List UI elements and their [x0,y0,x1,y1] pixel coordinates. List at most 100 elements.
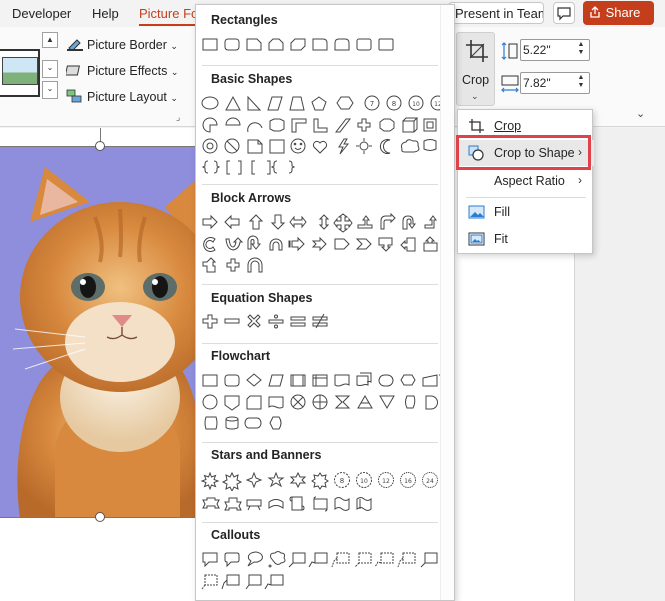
shape-flowchart-collate[interactable] [334,395,351,409]
shape-donut[interactable] [202,138,218,154]
shape-round-same-side-rectangle[interactable] [334,38,350,51]
shape-horizontal-scroll[interactable] [313,496,328,512]
shape-flowchart-terminator[interactable] [378,374,394,387]
shape-flowchart-process[interactable] [202,374,218,387]
shape-explosion-1[interactable] [200,471,220,491]
present-in-teams-button[interactable]: Present in Teams [448,2,544,24]
shape-flowchart-magnetic-disk[interactable] [225,416,239,422]
shape-lightning-bolt[interactable] [338,138,350,155]
shape-round-diagonal-rectangle[interactable] [356,38,372,51]
shape-up-arrow[interactable] [248,214,264,230]
shape-quad-arrow[interactable] [333,213,353,233]
shape-up-down-arrow-callout[interactable] [202,257,217,273]
shape-up-arrow-callout[interactable] [423,236,438,252]
shape-moon[interactable] [379,139,391,154]
shape-line-callout-2[interactable] [308,552,328,568]
shape-left-right-up-arrow[interactable] [357,215,373,229]
menu-item-aspect-ratio[interactable]: Aspect Ratio › [458,168,594,194]
gallery-scrollbar[interactable] [440,5,454,600]
shape-left-up-arrow[interactable] [424,215,437,229]
shape-isosceles-triangle[interactable] [225,95,241,111]
shape-half-frame[interactable] [291,118,307,133]
shape-right-arrow[interactable] [202,214,218,230]
shape-flowchart-document[interactable] [334,374,350,387]
picture-layout-button[interactable]: Picture Layout ⌄ [66,89,178,104]
shape-curved-ribbon-up[interactable] [268,499,284,509]
shape-heart[interactable] [312,140,328,154]
shape-bent-arrow[interactable] [380,213,396,230]
shape-flowchart-multidocument[interactable] [356,372,372,386]
shape-flowchart-direct-access[interactable] [244,417,262,429]
shape-line-callout-3[interactable] [331,552,350,568]
shape-snip-same-side-rectangle[interactable] [268,38,284,51]
shape-striped-right-arrow[interactable] [288,236,305,252]
crop-button[interactable]: Crop ⌄ [456,32,495,106]
shape-star-6-point[interactable] [289,471,307,489]
menu-item-fit[interactable]: Fit [458,226,594,252]
shape-double-bracket[interactable] [226,160,242,175]
shape-chevron[interactable] [355,238,372,250]
shape-ribbon-up[interactable] [224,497,242,511]
gallery-scroll-down-button[interactable]: ⌄ [42,60,58,78]
shape-minus[interactable] [224,318,240,324]
shape-quad-arrow-callout[interactable] [226,258,240,272]
star-numbered-8[interactable]: 8 [334,472,350,488]
shape-line-callout-no-border-2[interactable] [264,574,284,590]
shape-flowchart-delay[interactable] [425,395,438,410]
picture-border-button[interactable]: Picture Border ⌄ [66,37,178,52]
shape-line-callout-accent-1[interactable] [354,552,372,568]
shape-curved-down-arrow[interactable] [247,235,262,250]
shape-double-brace[interactable] [201,160,221,174]
shape-snip-diagonal-rectangle[interactable] [290,38,306,51]
shape-right-brace[interactable] [288,160,296,174]
shape-block-arc[interactable] [269,139,285,154]
shape-curved-ribbon-down[interactable] [246,499,262,511]
shape-cube-edge[interactable] [402,117,419,133]
shape-ribbon-down[interactable] [202,497,220,509]
shape-flowchart-sequential-access[interactable] [204,416,218,430]
shape-down-arrow-callout[interactable] [378,237,393,252]
shape-pie[interactable] [202,117,218,133]
shape-wave[interactable] [334,497,350,511]
picture-effects-button[interactable]: Picture Effects ⌄ [64,63,178,78]
kitten-photo[interactable] [0,147,200,518]
tab-developer[interactable]: Developer [12,6,71,21]
shape-u-turn-arrow[interactable] [402,215,416,230]
height-spinner[interactable]: ▲ ▼ [574,41,588,57]
shape-flowchart-internal-storage[interactable] [312,374,328,387]
shape-flowchart-alternate-process[interactable] [224,374,240,387]
shape-line-callout-border-2[interactable] [201,574,218,590]
shape-rectangle-alt[interactable] [378,38,394,51]
shape-speech-bubble-rounded[interactable] [224,552,240,568]
width-spinner[interactable]: ▲ ▼ [574,74,588,90]
comment-button[interactable] [553,2,575,24]
shape-parallelogram[interactable] [267,96,283,111]
star-numbered-24[interactable]: 24 [422,472,438,488]
shape-snip-round-rectangle[interactable] [312,38,328,51]
shape-divide[interactable] [268,319,284,324]
shape-right-triangle[interactable] [247,95,262,111]
resize-handle-bottom[interactable] [95,512,105,522]
star-numbered-12[interactable]: 12 [378,472,394,488]
shape-flowchart-data[interactable] [268,374,284,387]
shape-flowchart-merge[interactable] [379,395,395,409]
shape-speech-bubble-rectangle[interactable] [202,552,218,568]
shape-circular-arrow-alt[interactable] [247,257,263,273]
shape-rounded-rectangle[interactable] [224,38,240,51]
share-button[interactable]: Share ⌄ [583,1,654,35]
shape-frame[interactable] [269,118,285,132]
tab-picture-format[interactable]: Picture Fo [139,6,198,21]
shape-left-brace[interactable] [270,160,278,174]
shape-flowchart-punched-tape[interactable] [268,396,284,409]
shape-line-callout-border-1[interactable] [420,552,438,568]
shape-trapezoid[interactable] [289,96,305,111]
shape-thought-bubble-cloud[interactable] [268,551,286,568]
gallery-more-button[interactable]: ⌄ [42,81,58,99]
shape-smiley-face[interactable] [290,138,306,154]
shape-flowchart-manual-input[interactable] [422,374,438,387]
shape-up-down-arrow[interactable] [318,214,330,230]
shape-line-callout-1[interactable] [288,552,306,568]
shape-right-bracket[interactable] [267,160,271,175]
shape-line-callout-accent-3[interactable] [397,552,416,568]
star-numbered-16[interactable]: 16 [400,472,416,488]
